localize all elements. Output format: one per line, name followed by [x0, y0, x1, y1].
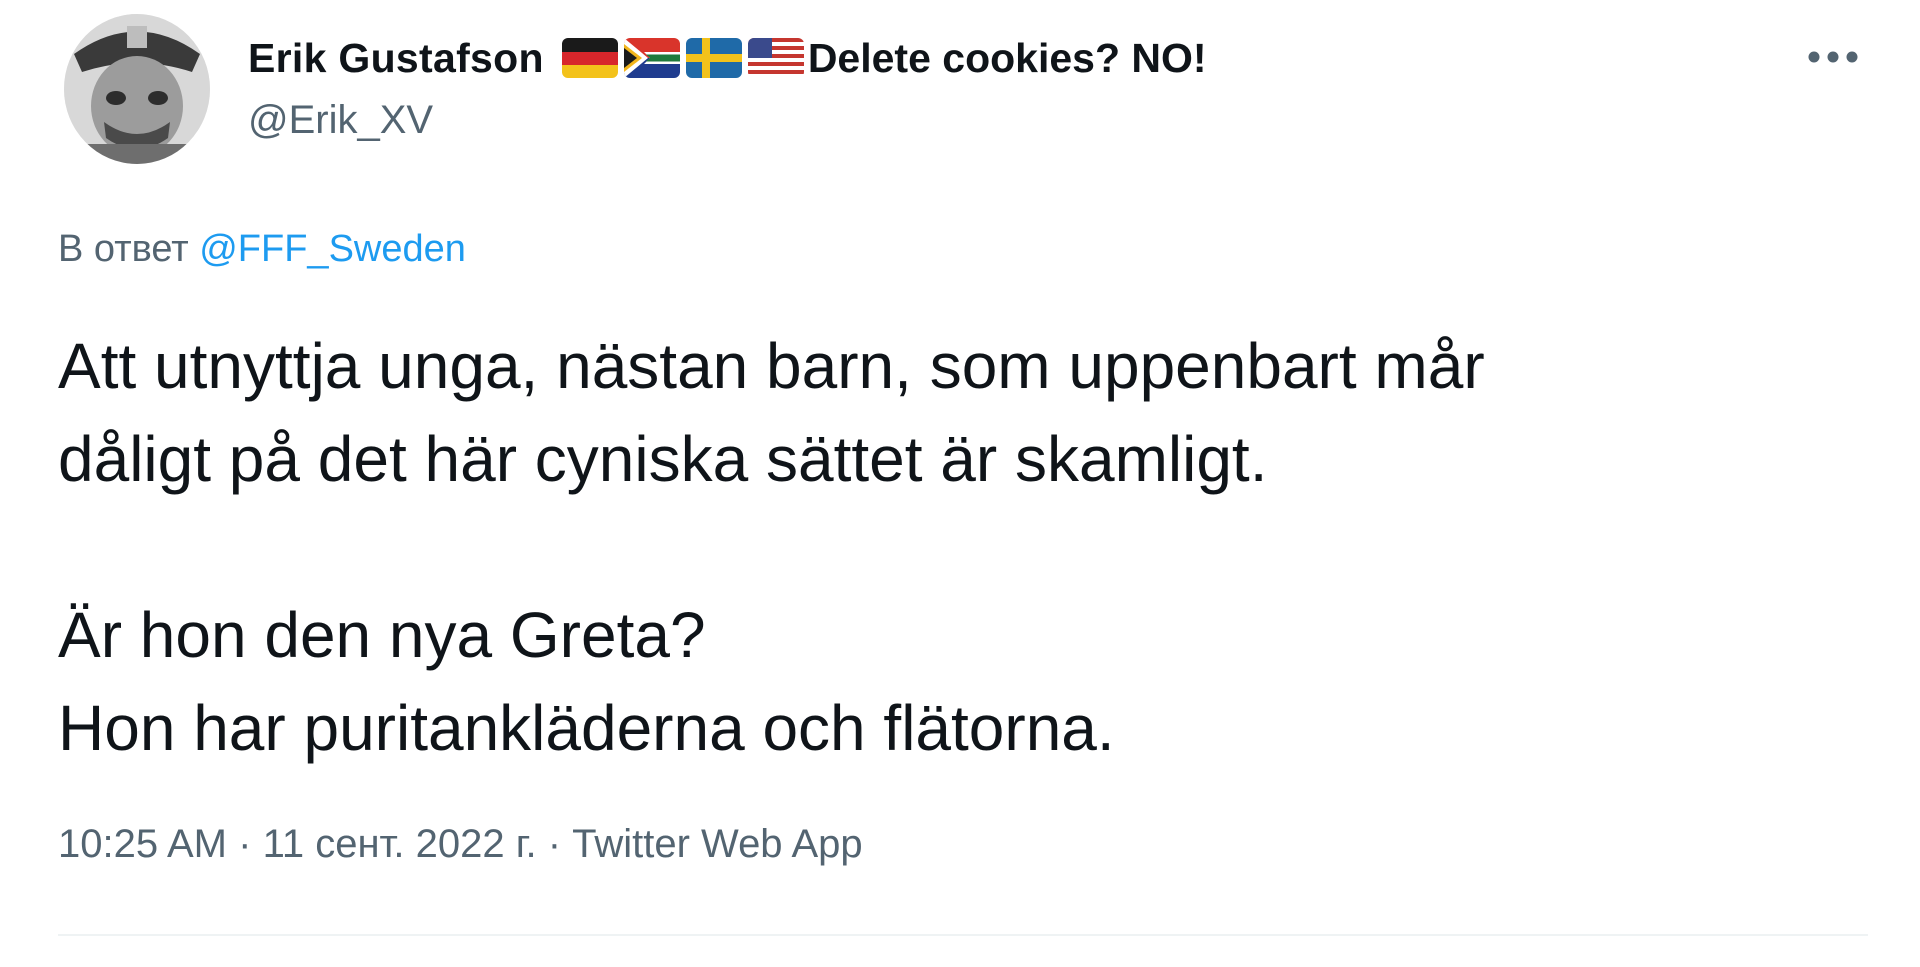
- author-name-row[interactable]: Erik Gustafson Delete cookies? NO!: [248, 30, 1207, 86]
- tweet-text-line: Att utnyttja unga, nästan barn, som uppe…: [58, 330, 1485, 402]
- reply-prefix: В ответ: [58, 228, 189, 270]
- meta-separator: ·: [227, 822, 263, 866]
- meta-separator: ·: [536, 822, 573, 866]
- flag-emoji-group: [561, 38, 804, 78]
- divider: [58, 934, 1868, 936]
- tweet-text-line: Hon har puritankläderna och flätorna.: [58, 692, 1115, 764]
- reply-mention-link[interactable]: @FFF_Sweden: [199, 228, 466, 270]
- more-options-button[interactable]: [1800, 32, 1866, 82]
- author-handle[interactable]: @Erik_XV: [248, 98, 433, 143]
- author-display-name[interactable]: Erik Gustafson: [248, 35, 544, 82]
- tweet-source[interactable]: Twitter Web App: [572, 822, 863, 866]
- tweet-metadata: 10:25 AM · 11 сент. 2022 г. · Twitter We…: [58, 822, 863, 867]
- tweet-text-line: Är hon den nya Greta?: [58, 599, 706, 671]
- south-africa-flag-icon: [623, 38, 680, 78]
- more-horizontal-icon: [1808, 51, 1858, 63]
- sweden-flag-icon: [685, 38, 742, 78]
- tweet-text: Att utnyttja unga, nästan barn, som uppe…: [58, 320, 1818, 775]
- avatar[interactable]: [64, 14, 210, 164]
- avatar-image: [64, 14, 210, 164]
- tweet-text-line: dåligt på det här cyniska sättet är skam…: [58, 423, 1268, 495]
- tweet-card: Erik Gustafson Delete cookies? NO! @Erik…: [0, 0, 1920, 967]
- germany-flag-icon: [561, 38, 618, 78]
- reply-context: В ответ @FFF_Sweden: [58, 228, 466, 271]
- author-name-suffix: Delete cookies? NO!: [807, 34, 1207, 81]
- usa-flag-icon: [747, 38, 804, 78]
- tweet-date[interactable]: 11 сент. 2022 г.: [263, 822, 537, 866]
- tweet-time[interactable]: 10:25 AM: [58, 822, 227, 866]
